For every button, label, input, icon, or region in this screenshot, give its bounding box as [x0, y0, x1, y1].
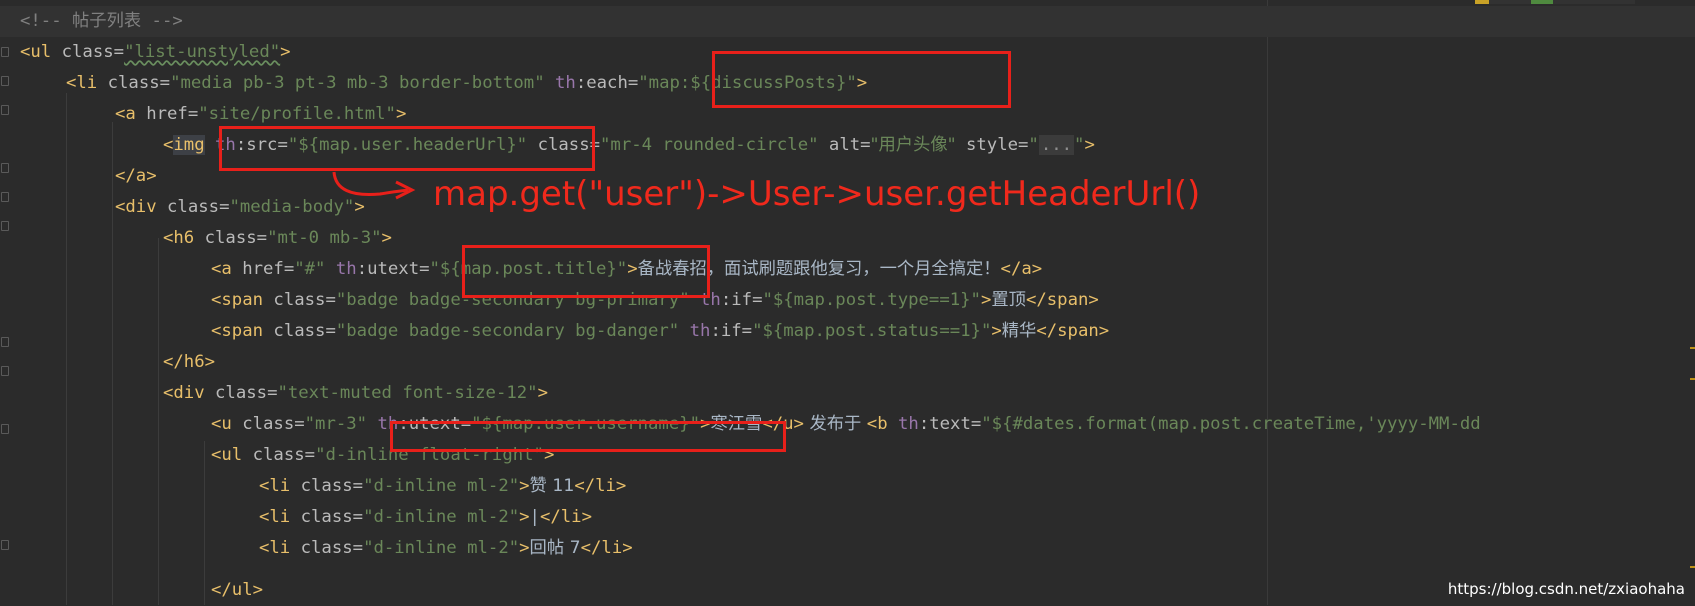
fold-marker[interactable]: [1, 47, 9, 57]
folded-region[interactable]: ...: [1038, 135, 1075, 155]
code-line-16[interactable]: <li class="d-inline ml-2">赞 11</li>: [259, 471, 626, 502]
indent-guide: [204, 441, 205, 605]
fold-marker[interactable]: [1, 221, 9, 231]
code-line-17[interactable]: <li class="d-inline ml-2">|</li>: [259, 502, 592, 533]
error-stripe-mark: [1690, 347, 1695, 349]
indent-guide: [158, 238, 159, 605]
right-margin-guide: [1267, 0, 1268, 605]
fold-marker[interactable]: [1, 163, 9, 173]
error-stripe-mark: [1690, 566, 1695, 568]
code-line-1[interactable]: <!-- 帖子列表 -->: [0, 6, 1695, 37]
code-line-11[interactable]: <span class="badge badge-secondary bg-da…: [211, 316, 1109, 347]
error-stripe-mark: [1690, 378, 1695, 380]
code-line-12[interactable]: </h6>: [163, 347, 215, 378]
code-editor[interactable]: <!-- 帖子列表 --> <ul class="list-unstyled">…: [0, 0, 1695, 605]
highlight-box-headerurl: [219, 126, 595, 171]
fold-marker[interactable]: [1, 105, 9, 115]
code-line-2[interactable]: <ul class="list-unstyled">: [20, 37, 291, 68]
fold-marker[interactable]: [1, 76, 9, 86]
annotation-text: map.get("user")->User->user.getHeaderUrl…: [433, 174, 1201, 214]
code-line-19[interactable]: </ul>: [211, 575, 263, 606]
watermark: https://blog.csdn.net/zxiaohaha: [1447, 580, 1685, 598]
inspection-indicator: [1475, 0, 1635, 4]
indent-guide: [66, 93, 67, 605]
annotation-arrow: [332, 171, 416, 200]
code-line-18[interactable]: <li class="d-inline ml-2">回帖 7</li>: [259, 533, 633, 564]
code-line-13[interactable]: <div class="text-muted font-size-12">: [163, 378, 548, 409]
fold-marker[interactable]: [1, 337, 9, 347]
highlight-box-username: [390, 421, 786, 452]
fold-marker[interactable]: [1, 192, 9, 202]
code-line-6[interactable]: </a>: [115, 161, 157, 192]
fold-marker[interactable]: [1, 540, 9, 550]
highlight-box-discussposts: [712, 51, 1011, 108]
highlight-box-post-title: [462, 245, 710, 298]
code-line-8[interactable]: <h6 class="mt-0 mb-3">: [163, 223, 392, 254]
fold-marker[interactable]: [1, 424, 9, 434]
indent-guide: [112, 122, 113, 605]
gutter: [0, 0, 14, 605]
fold-marker[interactable]: [1, 366, 9, 376]
